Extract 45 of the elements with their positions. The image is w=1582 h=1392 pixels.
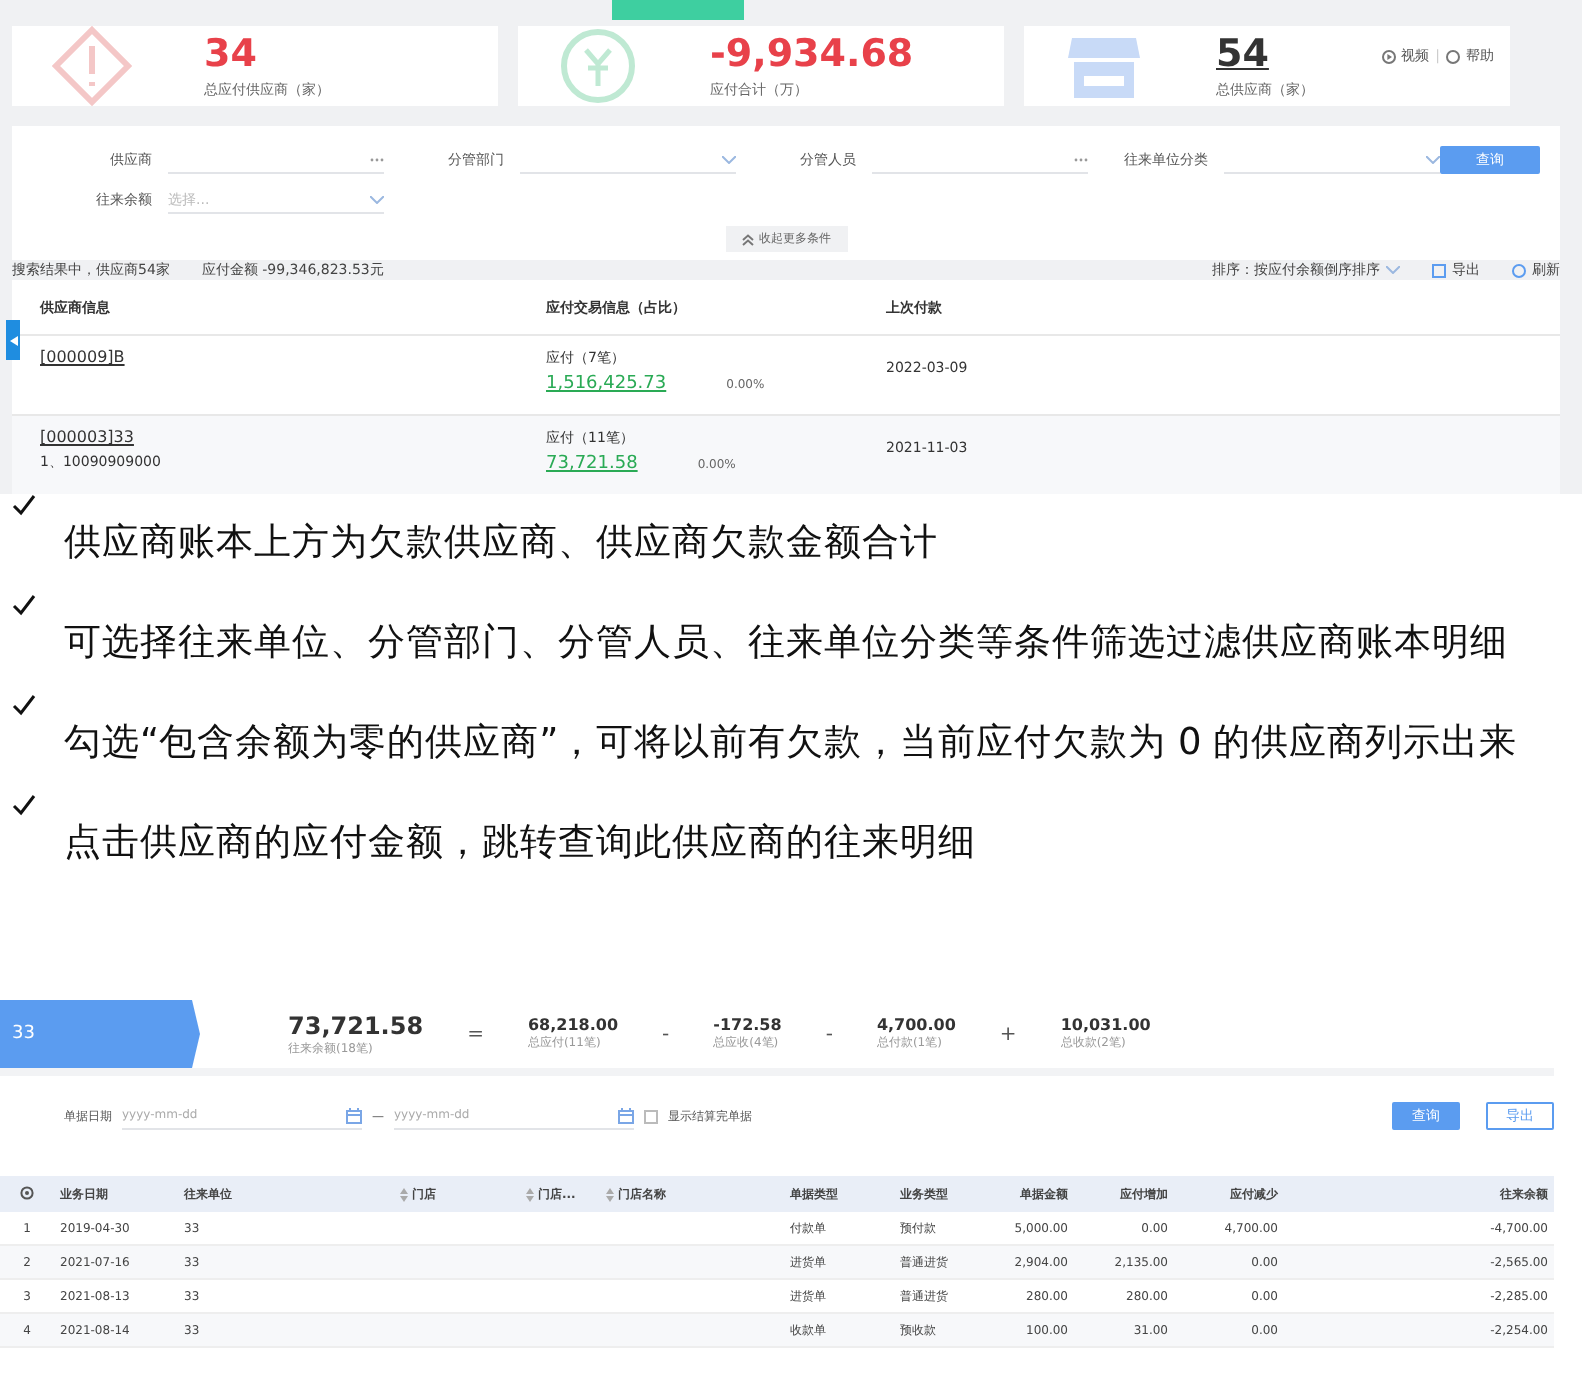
settled-checkbox[interactable] [644, 1109, 658, 1123]
supplier-link[interactable]: [000009]B [40, 348, 125, 366]
chevron-down-icon [722, 155, 736, 163]
operator-sign: - [662, 1023, 670, 1045]
collapse-sidebar-button[interactable] [6, 320, 20, 360]
supplier-link[interactable]: [000003]33 [40, 428, 134, 446]
payable-amount-link[interactable]: 1,516,425.73 [546, 374, 667, 394]
active-tab[interactable] [612, 0, 744, 20]
total-value: 10,031.00 [1060, 1016, 1151, 1034]
chevron-down-icon [1386, 266, 1400, 274]
supplier-banner: 33 [0, 1000, 200, 1068]
check-icon [12, 494, 36, 516]
stat-value: 54 [1216, 32, 1271, 76]
total-value: 4,700.00 [876, 1016, 956, 1034]
note-text: 点击供应商的应付金额，跳转查询此供应商的往来明细 [64, 820, 978, 868]
settings-icon [20, 1185, 34, 1199]
sort-icon[interactable] [526, 1187, 534, 1201]
refresh-icon [1512, 263, 1526, 277]
note-text: 勾选“包含余额为零的供应商”，可将以前有欠款，当前应付欠款为 0 的供应商列示出来 [64, 720, 1520, 768]
check-icon [12, 694, 36, 716]
total-value: 68,218.00 [527, 1016, 619, 1034]
warning-diamond-icon [52, 26, 132, 106]
payable-amount-link[interactable]: 73,721.58 [546, 454, 638, 474]
check-icon [12, 594, 36, 616]
stat-value: -9,934.68 [710, 32, 914, 76]
export-icon [1432, 263, 1446, 277]
note-text: 可选择往来单位、分管部门、分管人员、往来单位分类等条件筛选过滤供应商账本明细 [64, 620, 1510, 668]
sort-icon[interactable] [400, 1187, 408, 1201]
play-icon [1381, 49, 1396, 63]
total-value: 73,721.58 [288, 1011, 424, 1039]
operator-sign: - [825, 1023, 833, 1045]
coin-icon [558, 26, 638, 106]
help-icon [1446, 49, 1460, 63]
stat-value: 34 [204, 32, 259, 76]
chevron-down-icon [1426, 155, 1440, 163]
sort-icon[interactable] [606, 1187, 614, 1201]
note-text: 供应商账本上方为欠款供应商、供应商欠款金额合计 [64, 520, 940, 568]
double-chevron-up-icon [741, 233, 753, 245]
calendar-icon [618, 1107, 634, 1123]
calendar-icon [346, 1107, 362, 1123]
operator-sign: + [999, 1023, 1017, 1045]
total-value: -172.58 [713, 1016, 782, 1034]
operator-sign: = [467, 1023, 484, 1045]
chevron-down-icon [370, 195, 384, 203]
check-icon [12, 794, 36, 816]
